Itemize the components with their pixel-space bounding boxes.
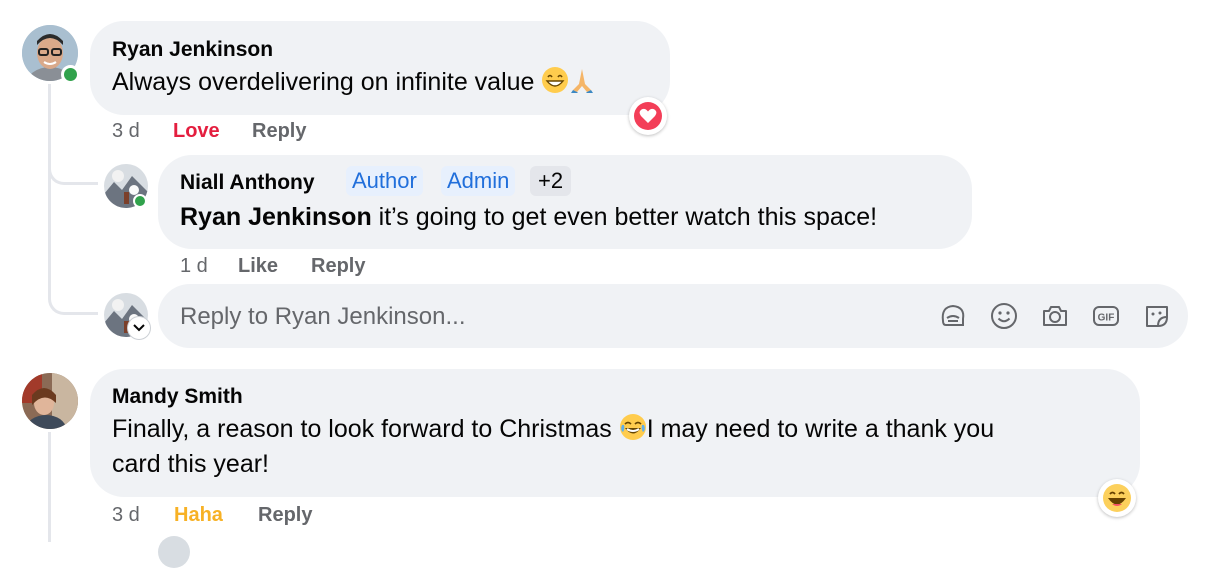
folded-hands-emoji-icon <box>569 66 595 104</box>
comment-text: Always overdelivering on infinite value <box>112 65 595 104</box>
reply-input-container <box>158 284 1188 350</box>
love-reaction-button[interactable]: Love <box>173 120 220 143</box>
avatar-sticker-icon[interactable] <box>936 299 970 333</box>
reply-button[interactable]: Reply <box>258 504 312 527</box>
author-badge: Author <box>346 166 423 196</box>
svg-text:GIF: GIF <box>1098 313 1115 324</box>
comment-author-name[interactable]: Ryan Jenkinson <box>112 38 273 62</box>
thread-branch-1 <box>48 150 98 185</box>
comment-timestamp[interactable]: 3 d <box>112 120 140 143</box>
next-reply-avatar <box>158 536 190 568</box>
thread-line-2 <box>48 432 51 542</box>
like-button[interactable]: Like <box>238 255 278 278</box>
admin-badge: Admin <box>441 166 516 196</box>
thread-branch-2 <box>48 280 98 315</box>
comment-author-name[interactable]: Niall Anthony <box>180 171 315 195</box>
reply-button[interactable]: Reply <box>252 120 306 143</box>
love-reaction-badge[interactable] <box>629 97 667 135</box>
comment-text: Ryan Jenkinson it’s going to get even be… <box>180 200 877 235</box>
comment-text-body-continued: I may need to write a thank you <box>646 415 995 443</box>
online-status-dot <box>133 194 147 208</box>
comment-text-body: Always overdelivering on infinite value <box>112 68 535 96</box>
comment-timestamp[interactable]: 3 d <box>112 504 140 527</box>
online-status-dot <box>61 65 80 84</box>
haha-reaction-button[interactable]: Haha <box>174 504 223 527</box>
emoji-icon[interactable] <box>987 299 1021 333</box>
camera-icon[interactable] <box>1038 299 1072 333</box>
comment-text-line-1: Finally, a reason to look forward to Chr… <box>112 412 994 451</box>
more-badges-count[interactable]: +2 <box>530 166 572 196</box>
reply-input[interactable] <box>178 284 902 350</box>
haha-reaction-badge[interactable] <box>1098 479 1136 517</box>
grinning-face-emoji-icon <box>541 66 569 104</box>
comment-text-body: Finally, a reason to look forward to Chr… <box>112 415 612 443</box>
comment-text-body: it’s going to get even better watch this… <box>371 203 878 231</box>
avatar-mandy-smith[interactable] <box>22 373 78 429</box>
reply-button[interactable]: Reply <box>311 255 365 278</box>
comment-timestamp[interactable]: 1 d <box>180 255 208 278</box>
mention-link[interactable]: Ryan Jenkinson <box>180 203 372 231</box>
comment-text-line-2: card this year! <box>112 450 270 478</box>
profile-switcher-chevron-down-icon[interactable] <box>128 317 150 339</box>
thread-line-1 <box>48 84 51 298</box>
gif-icon[interactable]: GIF <box>1089 299 1123 333</box>
tears-of-joy-emoji-icon <box>619 413 647 451</box>
sticker-icon[interactable] <box>1140 299 1174 333</box>
comment-author-name[interactable]: Mandy Smith <box>112 385 243 409</box>
